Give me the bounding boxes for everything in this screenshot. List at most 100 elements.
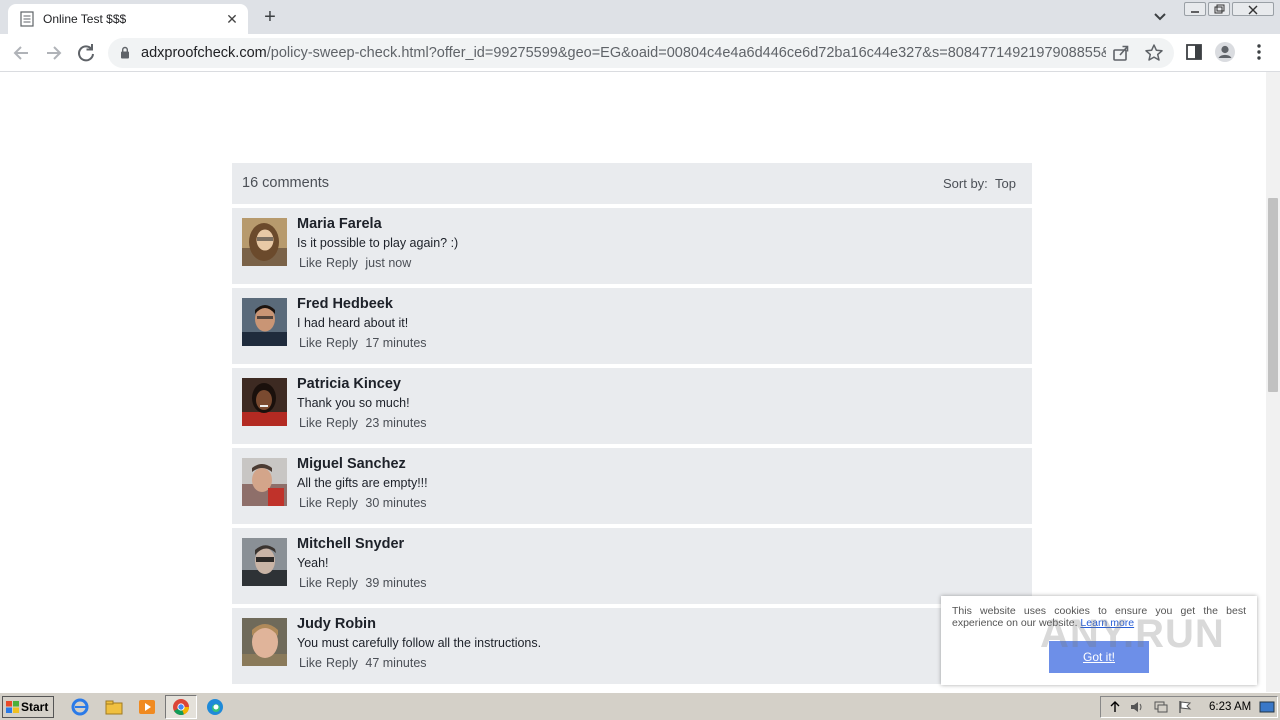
minimize-button[interactable] [1184,2,1206,16]
comment-text: Is it possible to play again? :) [297,236,459,250]
edge-icon[interactable] [204,697,226,717]
comment-text: All the gifts are empty!!! [297,476,428,490]
comment-item: Mitchell Snyder Yeah! Like Reply 39 minut… [232,528,1032,604]
tab-close-icon[interactable]: ✕ [222,9,242,29]
reply-link[interactable]: Reply [326,256,358,270]
comment-text: You must carefully follow all the instru… [297,636,542,650]
lock-icon[interactable] [120,46,130,59]
comment-item: Miguel Sanchez All the gifts are empty!!… [232,448,1032,524]
action-center-flag-icon[interactable] [1177,700,1193,714]
comment-time: 30 minutes [365,496,427,510]
menu-kebab-icon[interactable] [1248,41,1270,63]
comment-author[interactable]: Fred Hedbeek [297,296,393,312]
comments-header: 16 comments Sort by: Top [232,163,1032,204]
document-icon [20,11,34,27]
start-label: Start [21,700,49,714]
comment-text: I had heard about it! [297,316,409,330]
close-icon [1248,5,1258,15]
sort-value[interactable]: Top [995,176,1016,191]
reply-link[interactable]: Reply [326,496,358,510]
url-host: adxproofcheck.com [141,45,267,61]
reply-link[interactable]: Reply [326,336,358,350]
comment-actions: Like Reply 30 minutes [299,496,431,510]
show-hidden-icons-icon[interactable] [1109,700,1121,714]
comment-actions: Like Reply 39 minutes [299,576,431,590]
url-path: /policy-sweep-check.html?offer_id=992755… [266,45,1106,61]
comment-time: 39 minutes [365,576,427,590]
avatar [242,218,287,266]
avatar [242,298,287,346]
reply-link[interactable]: Reply [326,416,358,430]
comments-section: 16 comments Sort by: Top Maria Farela Is… [232,163,1032,684]
comment-item: Fred Hedbeek I had heard about it! Like R… [232,288,1032,364]
comment-time: 47 minutes [365,656,427,670]
like-link[interactable]: Like [299,656,322,670]
side-panel-icon[interactable] [1183,41,1205,63]
start-button[interactable]: Start [2,696,54,718]
comment-author[interactable]: Judy Robin [297,616,376,632]
sort-label: Sort by: [943,176,988,191]
comment-time: just now [365,256,412,270]
like-link[interactable]: Like [299,256,322,270]
url-text[interactable]: adxproofcheck.com/policy-sweep-check.htm… [141,45,1106,61]
comment-text: Thank you so much! [297,396,410,410]
minimize-icon [1191,11,1199,13]
bookmark-star-icon[interactable] [1143,42,1165,64]
comment-author[interactable]: Mitchell Snyder [297,536,404,552]
tab-active[interactable]: Online Test $$$ ✕ [8,4,248,34]
new-tab-button[interactable]: + [258,6,282,30]
forward-arrow-icon[interactable] [41,40,67,66]
comment-time: 17 minutes [365,336,427,350]
comment-actions: Like Reply 23 minutes [299,416,431,430]
windows-flag-icon [6,701,19,713]
profile-avatar-icon[interactable] [1214,41,1236,63]
reply-link[interactable]: Reply [326,576,358,590]
avatar [242,378,287,426]
comment-author[interactable]: Patricia Kincey [297,376,401,392]
system-tray: 6:23 AM [1100,696,1278,718]
show-desktop-icon[interactable] [1259,700,1275,714]
share-icon[interactable] [1110,42,1132,64]
network-icon[interactable] [1153,700,1169,714]
scrollbar-thumb[interactable] [1268,198,1278,392]
tab-strip: Online Test $$$ ✕ + [0,0,1280,34]
vertical-scrollbar[interactable] [1266,72,1280,692]
tab-title: Online Test $$$ [43,12,127,26]
like-link[interactable]: Like [299,576,322,590]
avatar [242,458,287,506]
reload-icon[interactable] [73,40,99,66]
comment-author[interactable]: Miguel Sanchez [297,456,406,472]
watermark-logo: ANY.RUN [1040,612,1225,656]
restore-icon [1214,4,1225,14]
clock[interactable]: 6:23 AM [1209,701,1251,713]
chrome-icon [173,699,189,715]
media-player-icon[interactable] [136,697,158,717]
comment-item: Judy Robin You must carefully follow all… [232,608,1032,684]
reply-link[interactable]: Reply [326,656,358,670]
like-link[interactable]: Like [299,416,322,430]
comments-count: 16 comments [242,175,330,191]
restore-button[interactable] [1208,2,1230,16]
internet-explorer-icon[interactable] [69,697,91,717]
like-link[interactable]: Like [299,496,322,510]
tab-search-chevron-icon[interactable] [1150,8,1170,26]
like-link[interactable]: Like [299,336,322,350]
avatar [242,538,287,586]
file-explorer-icon[interactable] [103,697,125,717]
comment-item: Maria Farela Is it possible to play agai… [232,208,1032,284]
comment-actions: Like Reply 17 minutes [299,336,431,350]
taskbar: Start 6:23 AM [0,692,1280,720]
comment-time: 23 minutes [365,416,427,430]
back-arrow-icon[interactable] [8,40,34,66]
chrome-taskbar-button[interactable] [165,695,197,719]
comment-text: Yeah! [297,556,329,570]
address-bar[interactable]: adxproofcheck.com/policy-sweep-check.htm… [108,38,1174,68]
volume-icon[interactable] [1129,700,1145,714]
sort-control[interactable]: Sort by: Top [943,176,1016,191]
comment-item: Patricia Kincey Thank you so much! Like R… [232,368,1032,444]
avatar [242,618,287,666]
comment-author[interactable]: Maria Farela [297,216,382,232]
close-window-button[interactable] [1232,2,1274,16]
comment-actions: Like Reply 47 minutes [299,656,431,670]
comment-actions: Like Reply just now [299,256,415,270]
